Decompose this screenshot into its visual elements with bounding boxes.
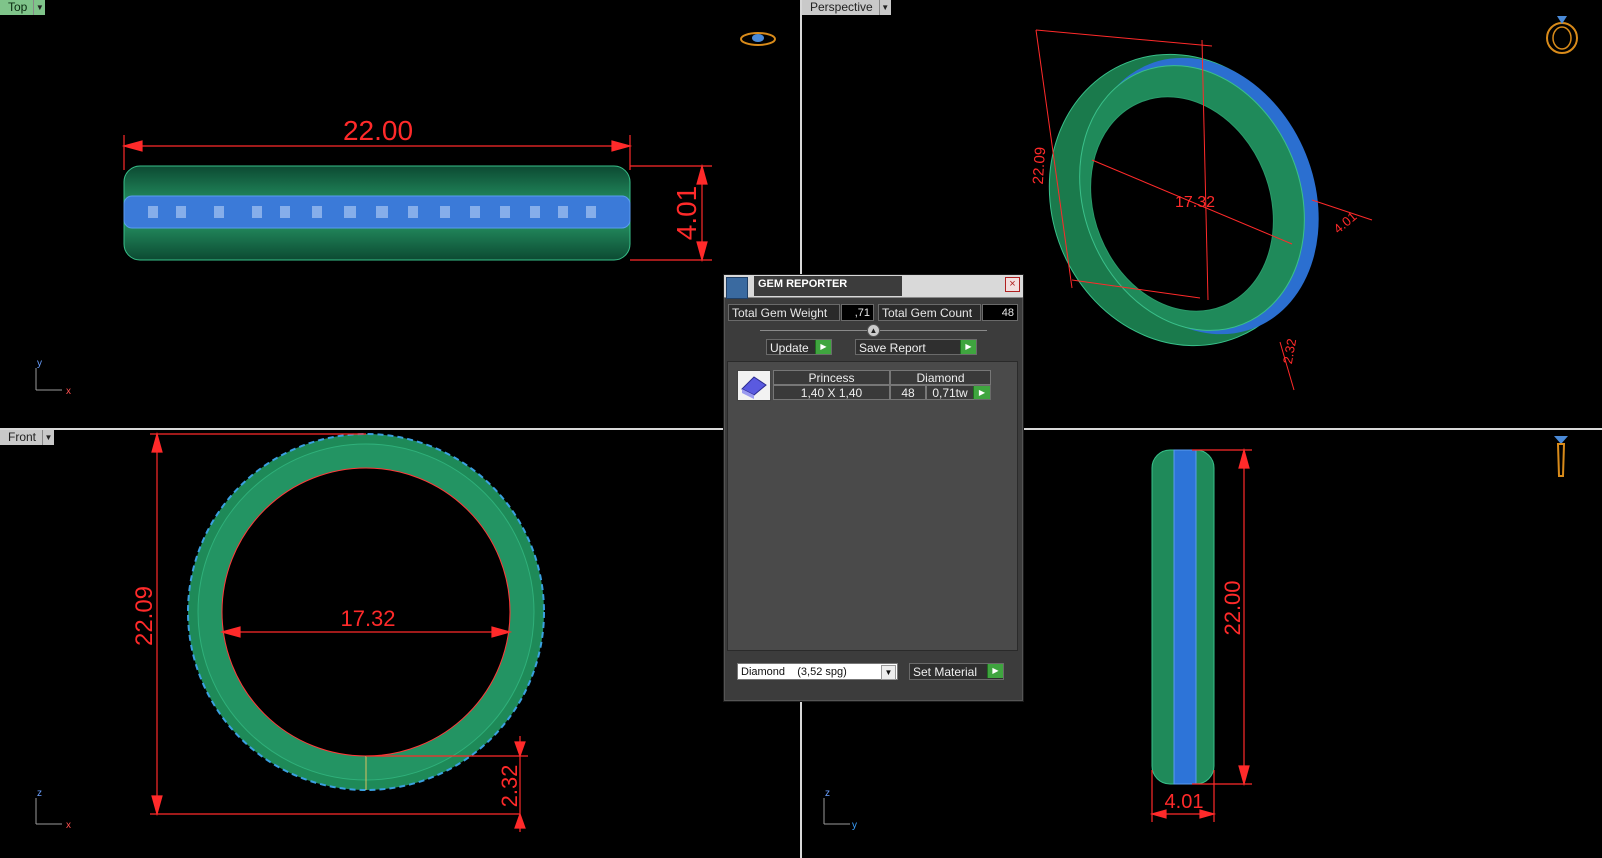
top-view-canvas: 22.00 4.01 y x xyxy=(35,32,776,397)
total-gem-count-value: 48 xyxy=(982,304,1018,321)
gem-material-header: Diamond xyxy=(890,370,991,385)
chevron-down-icon[interactable]: ▼ xyxy=(881,665,896,680)
gem-list: Princess Diamond 1,40 X 1,40 48 0,71tw ▶ xyxy=(727,361,1018,651)
top-height-dimension: 4.01 xyxy=(671,186,702,241)
front-view-canvas: 22.09 17.32 2.32 z x xyxy=(35,431,545,832)
perspective-view-label[interactable]: Perspective ▼ xyxy=(802,0,891,15)
gem-reporter-panel: GEM REPORTER × Total Gem Weight ,71 Tota… xyxy=(723,274,1024,702)
viewport-front[interactable]: 22.09 17.32 2.32 z x Front ▼ xyxy=(0,430,800,858)
front-axis-z: z xyxy=(37,788,42,799)
chevron-down-icon[interactable]: ▼ xyxy=(33,0,46,15)
material-select[interactable]: Diamond (3,52 spg) ▼ xyxy=(737,663,898,680)
gem-count-cell: 48 xyxy=(890,385,926,400)
total-gem-weight-label: Total Gem Weight xyxy=(728,304,840,321)
perspective-view-name[interactable]: Perspective xyxy=(802,0,879,15)
gem-shape-header: Princess xyxy=(773,370,890,385)
gem-weight-cell: 0,71tw xyxy=(926,385,974,400)
chevron-down-icon[interactable]: ▼ xyxy=(878,0,891,15)
panel-titlebar[interactable]: GEM REPORTER × xyxy=(724,275,1023,299)
top-view-label[interactable]: Top ▼ xyxy=(0,0,46,15)
front-axis-gizmo xyxy=(35,798,62,825)
totals-row: Total Gem Weight ,71 Total Gem Count 48 xyxy=(728,304,1019,322)
play-icon: ▶ xyxy=(987,664,1003,678)
save-report-button[interactable]: Save Report ▶ xyxy=(855,339,977,355)
right-width-dimension: 4.01 xyxy=(1165,791,1204,813)
perspective-width-dimension: 4.01 xyxy=(1331,209,1360,237)
update-button-label: Update xyxy=(770,341,809,355)
chevron-down-icon[interactable]: ▼ xyxy=(42,430,55,445)
right-axis-z: z xyxy=(825,788,830,799)
right-outer-dimension: 22.00 xyxy=(1220,580,1245,635)
top-nav-icon xyxy=(740,32,776,46)
viewport-top[interactable]: 22.00 4.01 y x Top ▼ xyxy=(0,0,800,428)
set-material-button[interactable]: Set Material ▶ xyxy=(909,663,1004,680)
top-axis-x: x xyxy=(66,386,71,397)
front-view-name[interactable]: Front xyxy=(0,430,43,445)
play-icon: ▶ xyxy=(815,340,831,354)
front-inner-dimension: 17.32 xyxy=(340,606,395,631)
pendant-nav-icon xyxy=(1554,436,1568,477)
save-report-button-label: Save Report xyxy=(859,341,926,355)
top-axis-gizmo xyxy=(35,368,62,391)
collapse-icon[interactable]: ▲ xyxy=(867,324,880,337)
front-view-label[interactable]: Front ▼ xyxy=(0,430,55,445)
top-width-dimension: 22.00 xyxy=(343,115,413,146)
perspective-thickness-dimension: 2.32 xyxy=(1280,337,1299,365)
ring-right-view xyxy=(1151,449,1215,785)
play-icon: ▶ xyxy=(960,340,976,354)
panel-title: GEM REPORTER xyxy=(754,276,902,296)
gem-row-select-button[interactable]: ▶ xyxy=(973,385,991,400)
set-material-button-label: Set Material xyxy=(913,665,978,679)
front-thickness-dimension: 2.32 xyxy=(497,765,522,808)
top-axis-y: y xyxy=(37,358,42,369)
top-view-name[interactable]: Top xyxy=(0,0,34,15)
gem-reporter-logo-icon xyxy=(726,277,748,299)
perspective-outer-dimension: 22.09 xyxy=(1030,146,1050,185)
gem-size-cell: 1,40 X 1,40 xyxy=(773,385,890,400)
material-select-value: Diamond (3,52 spg) xyxy=(741,666,847,678)
update-button[interactable]: Update ▶ xyxy=(766,339,832,355)
front-outer-dimension: 22.09 xyxy=(131,586,158,646)
total-gem-count-label: Total Gem Count xyxy=(878,304,981,321)
ring-nav-icon xyxy=(1546,16,1578,54)
perspective-inner-dimension: 17.32 xyxy=(1175,194,1215,211)
right-axis-gizmo xyxy=(823,798,850,825)
front-axis-x: x xyxy=(66,820,71,831)
close-icon[interactable]: × xyxy=(1005,277,1020,292)
ring-top-view xyxy=(123,165,631,261)
total-gem-weight-value: ,71 xyxy=(841,304,874,321)
right-axis-y: y xyxy=(852,820,857,831)
princess-diamond-icon xyxy=(737,370,771,401)
play-icon: ▶ xyxy=(973,386,990,399)
